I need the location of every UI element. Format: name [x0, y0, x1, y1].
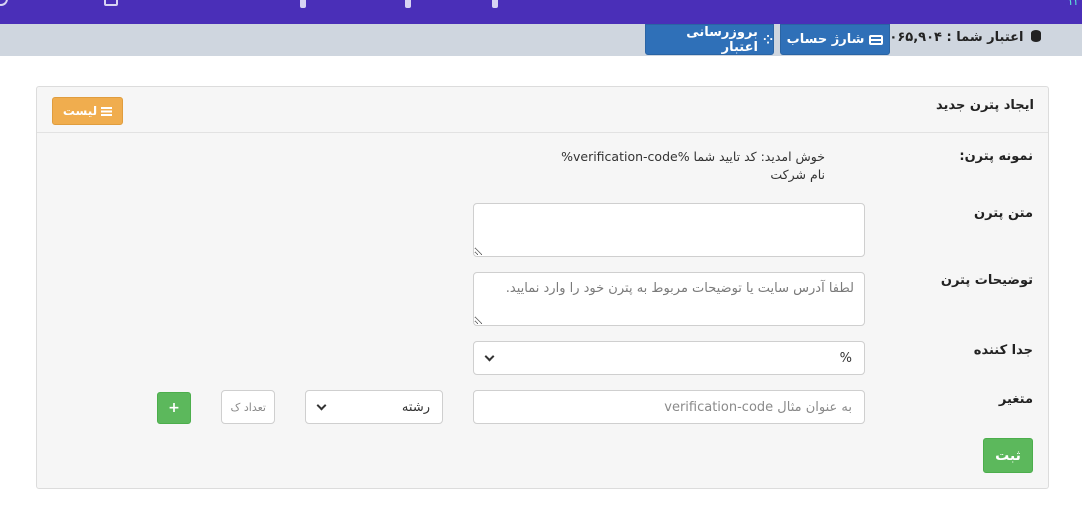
- sample-line: نام شرکت: [770, 167, 825, 182]
- nav-icon[interactable]: [405, 0, 411, 8]
- charge-button-label: شارژ حساب: [786, 32, 865, 47]
- square-icon[interactable]: [104, 0, 118, 6]
- corner-number: ۱۳: [1067, 0, 1080, 8]
- variable-name-input[interactable]: [473, 390, 865, 424]
- spinner-icon: ⁘: [762, 32, 773, 47]
- database-icon: [1031, 30, 1041, 42]
- list-icon: [101, 106, 113, 116]
- chevron-down-icon: [316, 400, 327, 410]
- credit-card-icon: [869, 34, 884, 45]
- variable-type-value: رشته: [401, 399, 430, 415]
- sample-line: خوش امدید: کد تایید شما %verification-co…: [561, 149, 825, 164]
- panel-header: ایجاد پترن جدید لیست: [37, 87, 1048, 133]
- circle-icon[interactable]: [0, 0, 8, 6]
- credit-bar: اعتبار شما : ۱,۰۶۵,۹۰۴ ریال شارژ حساب ⁘ …: [0, 24, 1082, 56]
- chevron-down-icon: [484, 351, 495, 361]
- description-label: توضیحات پترن: [940, 273, 1033, 288]
- count-input[interactable]: [221, 390, 275, 424]
- add-variable-button[interactable]: +: [157, 392, 191, 424]
- refresh-button-label: بروزرسانی اعتبار: [686, 24, 758, 55]
- variable-label: متغیر: [998, 392, 1033, 407]
- charge-account-button[interactable]: شارژ حساب: [780, 24, 890, 55]
- variable-type-select[interactable]: رشته: [305, 390, 443, 424]
- top-navbar: ۱۳: [0, 0, 1082, 24]
- separator-select[interactable]: %: [473, 341, 865, 375]
- nav-icon[interactable]: [492, 0, 498, 8]
- list-button-label: لیست: [62, 104, 98, 118]
- create-pattern-panel: ایجاد پترن جدید لیست نمونه پترن: خوش امد…: [36, 86, 1049, 489]
- description-textarea[interactable]: [473, 272, 865, 326]
- list-button[interactable]: لیست: [52, 97, 123, 125]
- separator-label: جدا کننده: [973, 343, 1033, 358]
- submit-button[interactable]: ثبت: [983, 438, 1033, 473]
- pattern-sample: خوش امدید: کد تایید شما %verification-co…: [561, 148, 825, 184]
- pattern-text-textarea[interactable]: [473, 203, 865, 257]
- sample-label: نمونه پترن:: [959, 149, 1033, 164]
- separator-value: %: [839, 350, 852, 366]
- pattern-text-label: متن پترن: [974, 206, 1033, 221]
- nav-icon[interactable]: [300, 0, 306, 8]
- refresh-credit-button[interactable]: ⁘ بروزرسانی اعتبار: [645, 24, 774, 55]
- panel-title: ایجاد پترن جدید: [936, 98, 1034, 113]
